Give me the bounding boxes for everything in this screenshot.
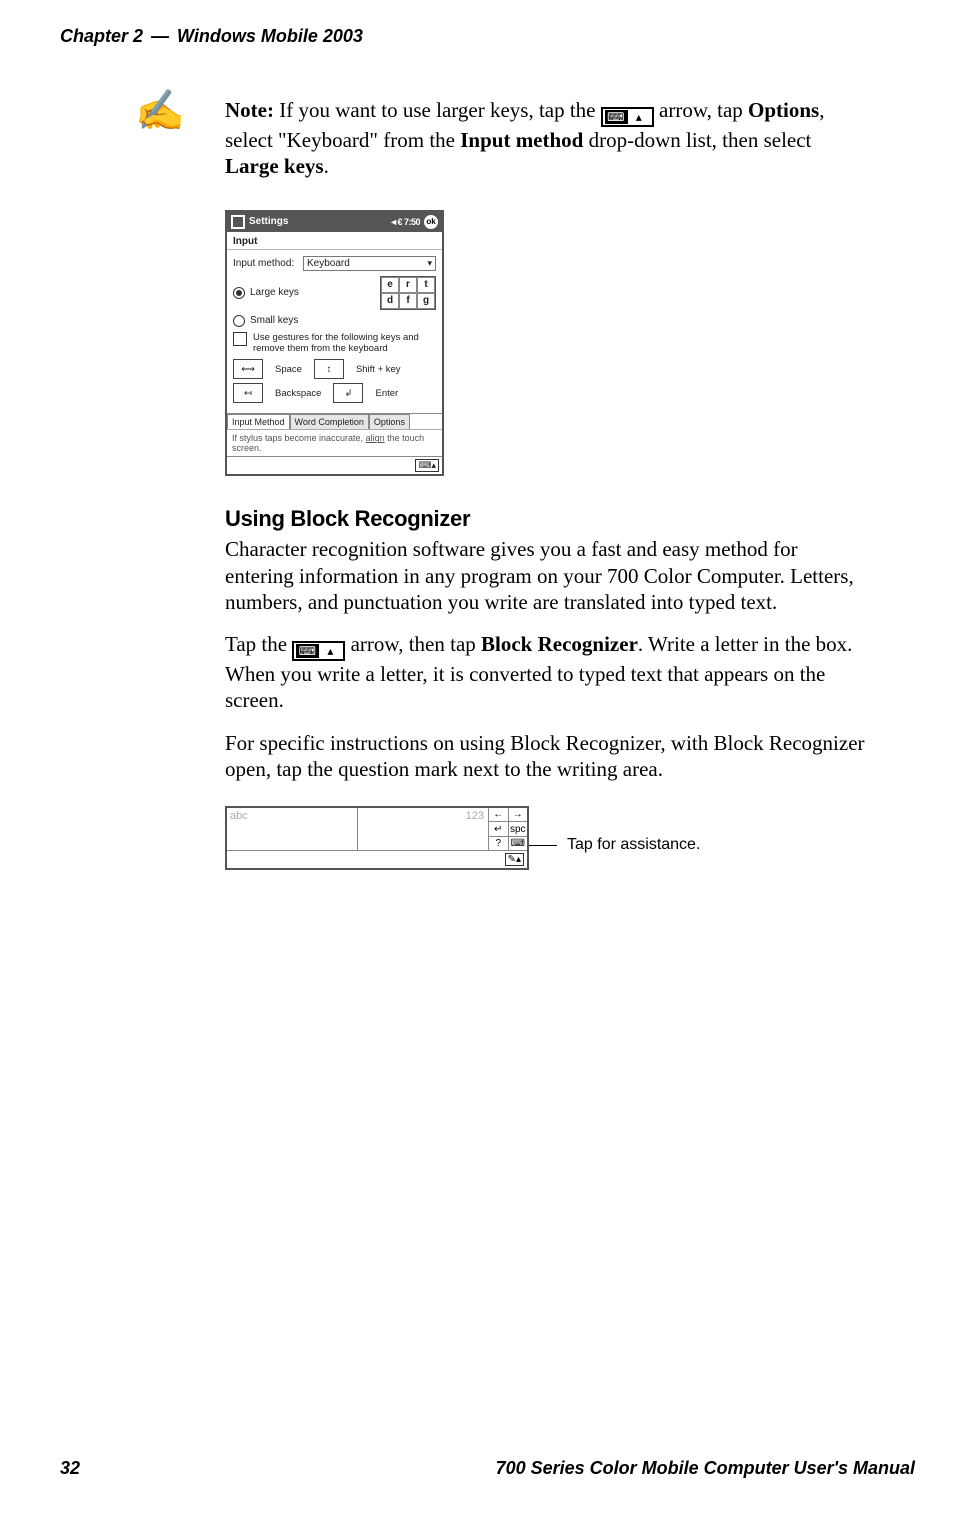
side-keyboard-icon[interactable]: ⌨ bbox=[509, 837, 528, 850]
tab-options[interactable]: Options bbox=[369, 414, 410, 429]
sip-bar: ⌨▴ bbox=[227, 456, 442, 474]
assist-caption: Tap for assistance. bbox=[567, 836, 700, 854]
tab-word-completion[interactable]: Word Completion bbox=[290, 414, 369, 429]
content-column: ✍ Note: If you want to use larger keys, … bbox=[225, 97, 865, 870]
combo-value: Keyboard bbox=[307, 258, 350, 269]
sip-toggle[interactable]: ⌨▴ bbox=[415, 459, 439, 472]
gestures-checkbox[interactable] bbox=[233, 332, 247, 346]
note-text-2: arrow, tap bbox=[654, 98, 748, 122]
titlebar: Settings ◄€ 7:50 ok bbox=[227, 212, 442, 232]
key-g: g bbox=[417, 293, 435, 309]
key-size-preview: e r t d f g bbox=[380, 276, 436, 310]
note-input-method-word: Input method bbox=[460, 128, 583, 152]
gesture-shift-icon: ↕ bbox=[314, 359, 344, 379]
section-p2: Tap the ⌨▴ arrow, then tap Block Recogni… bbox=[225, 631, 865, 714]
p2-bold: Block Recognizer bbox=[481, 632, 638, 656]
running-footer: 32 700 Series Color Mobile Computer User… bbox=[60, 1458, 915, 1479]
help-align-link[interactable]: align bbox=[366, 433, 385, 443]
side-left-icon[interactable]: ← bbox=[489, 808, 509, 821]
note-large-keys-word: Large keys bbox=[225, 154, 324, 178]
gesture-backspace-icon: ↤ bbox=[233, 383, 263, 403]
sip-key-icon: ⌨▴ bbox=[601, 107, 654, 127]
block-recognizer-panel: abc 123 ← → ↵ spc ? bbox=[225, 806, 529, 870]
pen-toggle[interactable]: ✎▴ bbox=[505, 853, 524, 866]
key-r: r bbox=[399, 277, 417, 293]
side-help-icon[interactable]: ? bbox=[489, 837, 509, 850]
radio-small-label: Small keys bbox=[250, 315, 298, 326]
titlebar-status: ◄€ 7:50 bbox=[389, 217, 420, 227]
num-hint: 123 bbox=[466, 810, 484, 822]
manual-title: 700 Series Color Mobile Computer User's … bbox=[496, 1458, 915, 1479]
gesture-enter-icon: ↲ bbox=[333, 383, 363, 403]
app-header: Input bbox=[227, 232, 442, 250]
titlebar-title: Settings bbox=[249, 216, 288, 227]
abc-hint: abc bbox=[230, 810, 248, 822]
p2-b: arrow, then tap bbox=[345, 632, 481, 656]
chevron-down-icon: ▾ bbox=[427, 258, 432, 269]
section-p3: For specific instructions on using Block… bbox=[225, 730, 865, 783]
settings-screenshot: Settings ◄€ 7:50 ok Input Input method: … bbox=[225, 210, 444, 477]
p2-a: Tap the bbox=[225, 632, 292, 656]
note-block: ✍ Note: If you want to use larger keys, … bbox=[225, 97, 865, 180]
note-text-4: drop-down list, then select bbox=[583, 128, 811, 152]
tab-strip: Input Method Word Completion Options bbox=[227, 413, 442, 429]
radio-small-keys[interactable] bbox=[233, 315, 245, 327]
gesture-space-icon: ⟷ bbox=[233, 359, 263, 379]
key-t: t bbox=[417, 277, 435, 293]
section-p1: Character recognition software gives you… bbox=[225, 536, 865, 615]
gesture-shift-label: Shift + key bbox=[356, 364, 401, 375]
start-flag-icon bbox=[231, 215, 245, 229]
handwriting-note-icon: ✍ bbox=[135, 91, 185, 131]
gestures-label: Use gestures for the following keys and … bbox=[253, 332, 436, 355]
help-text: If stylus taps become inaccurate, align … bbox=[227, 429, 442, 456]
tab-input-method[interactable]: Input Method bbox=[227, 414, 290, 429]
header-title: Windows Mobile 2003 bbox=[177, 26, 363, 47]
help-text-1: If stylus taps become inaccurate, bbox=[232, 433, 366, 443]
chapter-label: Chapter 2 bbox=[60, 26, 143, 47]
ok-button[interactable]: ok bbox=[424, 215, 438, 229]
running-header: Chapter 2 — Windows Mobile 2003 bbox=[60, 26, 915, 47]
sip-key-icon-2: ⌨▴ bbox=[292, 641, 345, 661]
callout-line bbox=[529, 845, 557, 846]
page: Chapter 2 — Windows Mobile 2003 ✍ Note: … bbox=[0, 0, 975, 1519]
note-prefix: Note: bbox=[225, 98, 274, 122]
radio-large-label: Large keys bbox=[250, 287, 299, 298]
gesture-backspace-label: Backspace bbox=[275, 388, 321, 399]
settings-body: Input method: Keyboard ▾ Large keys e r … bbox=[227, 250, 442, 410]
side-buttons: ← → ↵ spc ? ⌨ bbox=[488, 808, 527, 850]
writing-area[interactable]: abc 123 bbox=[227, 808, 488, 850]
section-heading: Using Block Recognizer bbox=[225, 506, 865, 532]
gesture-enter-label: Enter bbox=[375, 388, 398, 399]
note-text-1: If you want to use larger keys, tap the bbox=[274, 98, 601, 122]
key-e: e bbox=[381, 277, 399, 293]
input-method-combo[interactable]: Keyboard ▾ bbox=[303, 256, 436, 271]
note-options-word: Options bbox=[748, 98, 819, 122]
input-method-label: Input method: bbox=[233, 258, 303, 269]
radio-large-keys[interactable] bbox=[233, 287, 245, 299]
key-d: d bbox=[381, 293, 399, 309]
key-f: f bbox=[399, 293, 417, 309]
gesture-space-label: Space bbox=[275, 364, 302, 375]
header-dash: — bbox=[151, 26, 169, 47]
side-return-icon[interactable]: ↵ bbox=[489, 822, 509, 835]
note-text-5: . bbox=[324, 154, 329, 178]
side-right-icon[interactable]: → bbox=[509, 808, 528, 821]
page-number: 32 bbox=[60, 1458, 80, 1479]
side-space-icon[interactable]: spc bbox=[509, 822, 528, 835]
note-paragraph: Note: If you want to use larger keys, ta… bbox=[225, 97, 865, 180]
